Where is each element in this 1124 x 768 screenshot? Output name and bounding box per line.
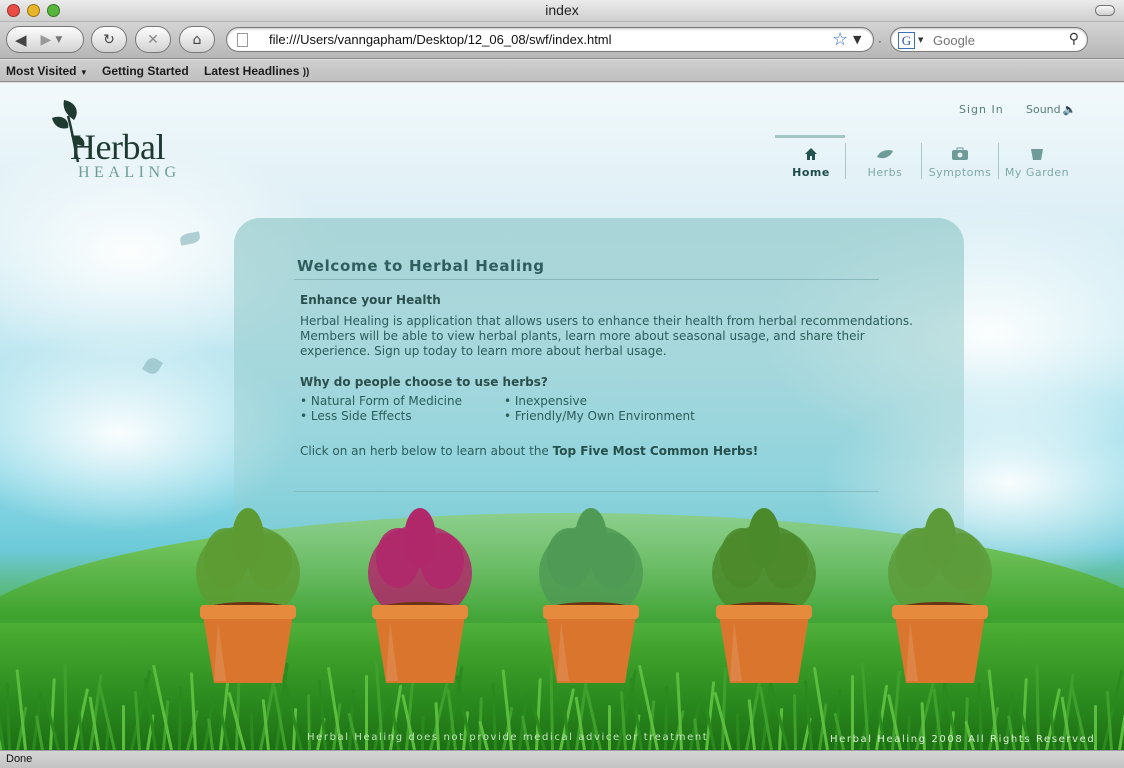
reason-item: • Friendly/My Own Environment [504, 409, 695, 423]
search-bar[interactable]: G ▼ ⚲ [890, 27, 1088, 52]
bookmark-label: Most Visited [6, 64, 77, 78]
sound-toggle[interactable]: Sound 🔈 [1026, 103, 1076, 116]
status-text: Done [6, 753, 33, 765]
bookmark-star-icon[interactable]: ☆ [832, 29, 848, 50]
search-input[interactable] [933, 31, 1061, 49]
bookmark-most-visited[interactable]: Most Visited ▼ [6, 64, 88, 78]
bookmarks-toolbar: Most Visited ▼ Getting Started Latest He… [0, 60, 1124, 82]
google-engine-icon[interactable]: G [898, 32, 915, 49]
herb-pot-4[interactable] [694, 503, 834, 693]
enhance-health-heading: Enhance your Health [300, 293, 441, 307]
copyright-notice: Herbal Healing 2008 All Rights Reserved [830, 734, 1096, 745]
search-icon[interactable]: ⚲ [1069, 31, 1079, 47]
potted-plant-icon [368, 508, 472, 683]
herb-pot-3[interactable] [521, 503, 661, 693]
stop-icon: ✕ [147, 31, 159, 48]
history-dropdown-icon[interactable]: ▼ [55, 35, 62, 45]
herb-pot-1[interactable] [178, 503, 318, 693]
url-dropdown-icon[interactable]: ▼ [853, 33, 861, 46]
rss-icon: )) [302, 67, 310, 78]
reload-icon: ↻ [103, 31, 115, 48]
tab-home[interactable]: Home [773, 147, 849, 179]
reason-item: • Less Side Effects [300, 409, 412, 423]
sign-in-link[interactable]: Sign In [959, 103, 1004, 116]
potted-plant-icon [196, 508, 300, 683]
tab-herbs[interactable]: Herbs [847, 147, 923, 179]
url-text[interactable]: file:///Users/vanngapham/Desktop/12_06_0… [269, 32, 612, 47]
tab-label: Home [792, 166, 830, 179]
herb-pot-5[interactable] [870, 503, 1010, 693]
herb-pot-2[interactable] [350, 503, 490, 693]
bookmark-latest-headlines[interactable]: Latest Headlines )) [204, 64, 309, 78]
logo-wordmark: Herbal [70, 127, 165, 167]
reason-item: • Inexpensive [504, 394, 587, 408]
potted-plant-icon [539, 508, 643, 683]
herb-call-to-action: Click on an herb below to learn about th… [300, 444, 758, 460]
back-forward-group: ◀ ▶ ▼ [6, 26, 84, 53]
window-title: index [545, 2, 579, 18]
cta-text: Click on an herb below to learn about th… [300, 444, 553, 458]
panel-divider [294, 491, 879, 492]
home-icon: ⌂ [192, 31, 202, 48]
sound-label: Sound [1026, 103, 1061, 116]
toolbar-separator: · [878, 35, 882, 49]
welcome-title: Welcome to Herbal Healing [297, 257, 545, 275]
chevron-down-icon: ▼ [79, 68, 88, 77]
page-icon [237, 33, 248, 47]
forward-icon[interactable]: ▶ [41, 32, 52, 48]
tab-label: Herbs [867, 166, 903, 179]
leaf-icon [847, 147, 923, 165]
cta-emphasis: Top Five Most Common Herbs! [552, 444, 759, 458]
intro-line-2: Members will be able to view herbal plan… [300, 329, 865, 343]
home-button[interactable]: ⌂ [179, 26, 215, 53]
bookmark-getting-started[interactable]: Getting Started [102, 64, 189, 78]
potted-plant-icon [712, 508, 816, 683]
logo-subtitle: HEALING [78, 164, 181, 181]
first-aid-kit-icon [922, 147, 998, 165]
why-herbs-heading: Why do people choose to use herbs? [300, 375, 548, 389]
herbal-healing-logo[interactable]: Herbal HEALING [46, 96, 191, 186]
house-icon [773, 147, 849, 165]
grass-blade [121, 705, 125, 750]
reason-item: • Natural Form of Medicine [300, 394, 462, 408]
toolbar-toggle-button[interactable] [1095, 5, 1115, 16]
flower-pot-icon [999, 147, 1075, 165]
active-tab-indicator [775, 135, 845, 138]
bookmark-label: Latest Headlines [204, 64, 300, 78]
page-viewport: Herbal HEALING Sign In Sound 🔈 Home Herbs… [0, 83, 1124, 750]
potted-plant-icon [888, 508, 992, 683]
intro-line-3: experience. Sign up today to learn more … [300, 344, 667, 358]
medical-disclaimer: Herbal Healing does not provide medical … [307, 732, 709, 743]
tab-my-garden[interactable]: My Garden [999, 147, 1075, 179]
stop-button[interactable]: ✕ [135, 26, 171, 53]
tab-symptoms[interactable]: Symptoms [922, 147, 998, 179]
window-title-bar: index [0, 0, 1124, 22]
navigation-toolbar: ◀ ▶ ▼ ↻ ✕ ⌂ file:///Users/vanngapham/Des… [0, 22, 1124, 59]
intro-line-1: Herbal Healing is application that allow… [300, 314, 913, 328]
tab-label: My Garden [1004, 166, 1070, 179]
status-bar: Done [0, 750, 1124, 768]
tab-label: Symptoms [928, 166, 992, 179]
speaker-icon: 🔈 [1062, 103, 1077, 116]
grass-blade [607, 705, 611, 750]
title-divider [294, 279, 879, 280]
reload-button[interactable]: ↻ [91, 26, 127, 53]
tab-separator [845, 143, 846, 179]
back-icon[interactable]: ◀ [15, 31, 27, 49]
engine-dropdown-icon[interactable]: ▼ [918, 36, 923, 44]
url-bar[interactable]: file:///Users/vanngapham/Desktop/12_06_0… [226, 27, 874, 52]
